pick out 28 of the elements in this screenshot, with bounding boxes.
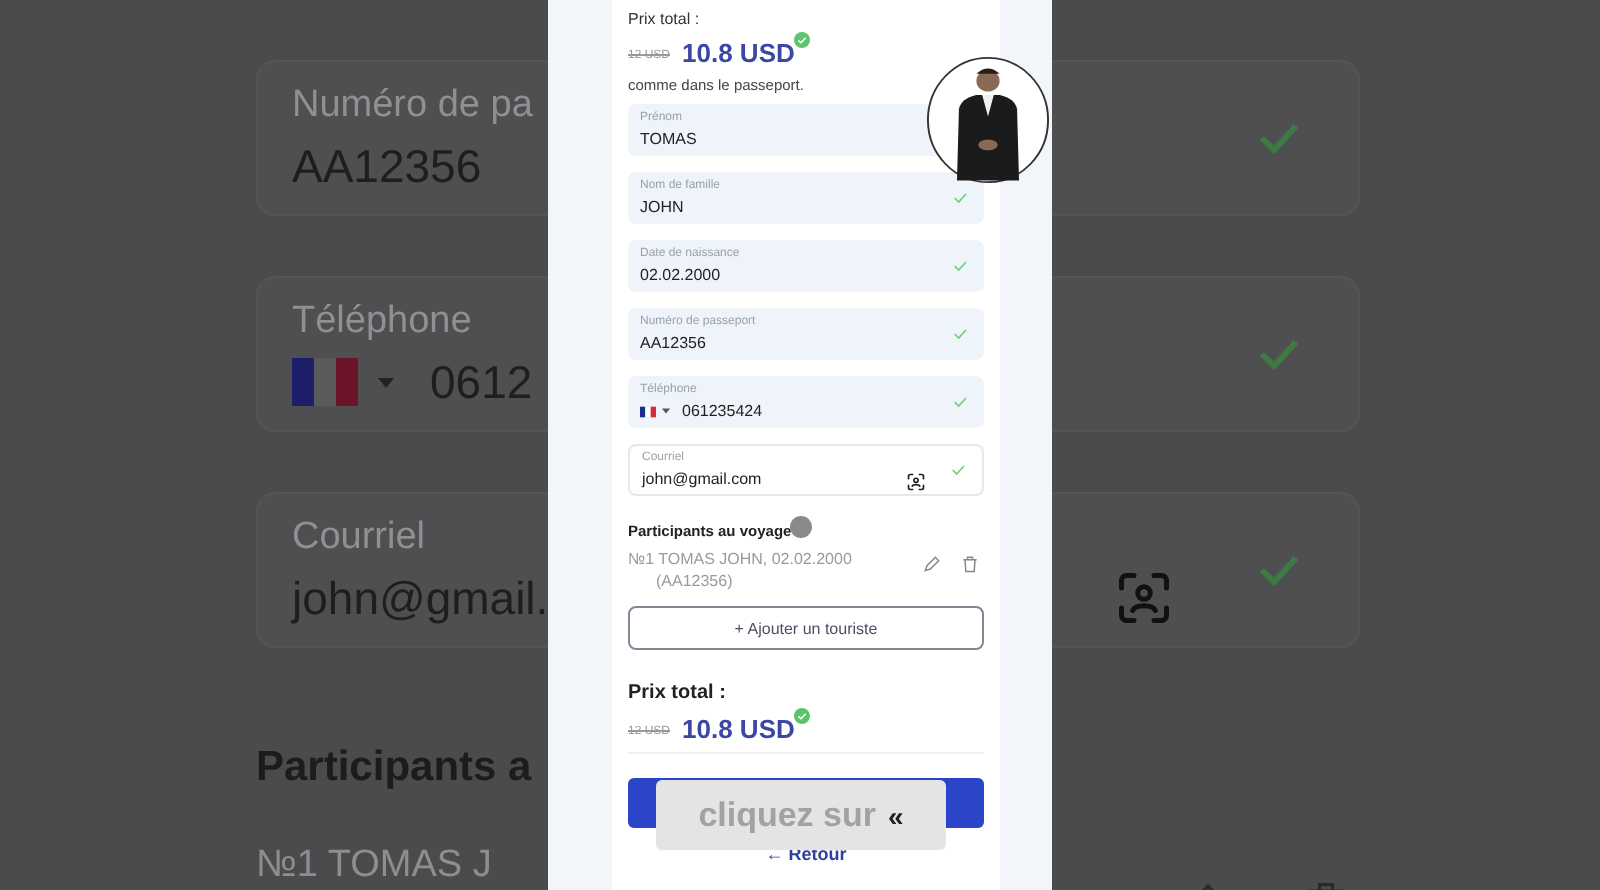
field-label: Numéro de pa <box>292 83 533 127</box>
field-value: AA12356 <box>640 334 706 352</box>
face-scan-icon[interactable] <box>906 472 926 492</box>
caption-text: cliquez sur <box>698 795 876 835</box>
field-value: john@gmail.com <box>642 470 762 488</box>
price-label: Prix total : <box>628 10 702 28</box>
check-badge-icon <box>794 32 811 48</box>
field-value: 02.02.2000 <box>640 266 721 284</box>
caret-icon[interactable] <box>662 408 670 414</box>
flag-icon <box>292 358 358 406</box>
caret-icon <box>378 377 394 387</box>
price: 10.8 USD <box>682 714 795 744</box>
face-scan-icon <box>1114 568 1174 628</box>
price: 10.8 USD <box>682 38 795 68</box>
participant-text: №1 TOMAS JOHN, 02.02.2000 <box>628 550 854 568</box>
field-value: JOHN <box>640 198 684 216</box>
participant-text: №1 TOMAS J <box>256 844 492 888</box>
field-value: TOMAS <box>640 130 697 148</box>
participant-text: (AA12356) <box>654 572 735 590</box>
pencil-icon[interactable] <box>922 554 942 574</box>
add-tourist-button[interactable]: + Ajouter un touriste <box>628 606 984 650</box>
field-label: Courriel <box>292 515 428 559</box>
caption-text: « <box>888 799 904 831</box>
check-badge-icon <box>794 708 811 724</box>
field-value: 061235424 <box>682 402 763 420</box>
field-label: Téléphone <box>292 299 474 343</box>
flag-icon[interactable] <box>640 405 656 417</box>
price-label: Prix total : <box>628 682 728 704</box>
